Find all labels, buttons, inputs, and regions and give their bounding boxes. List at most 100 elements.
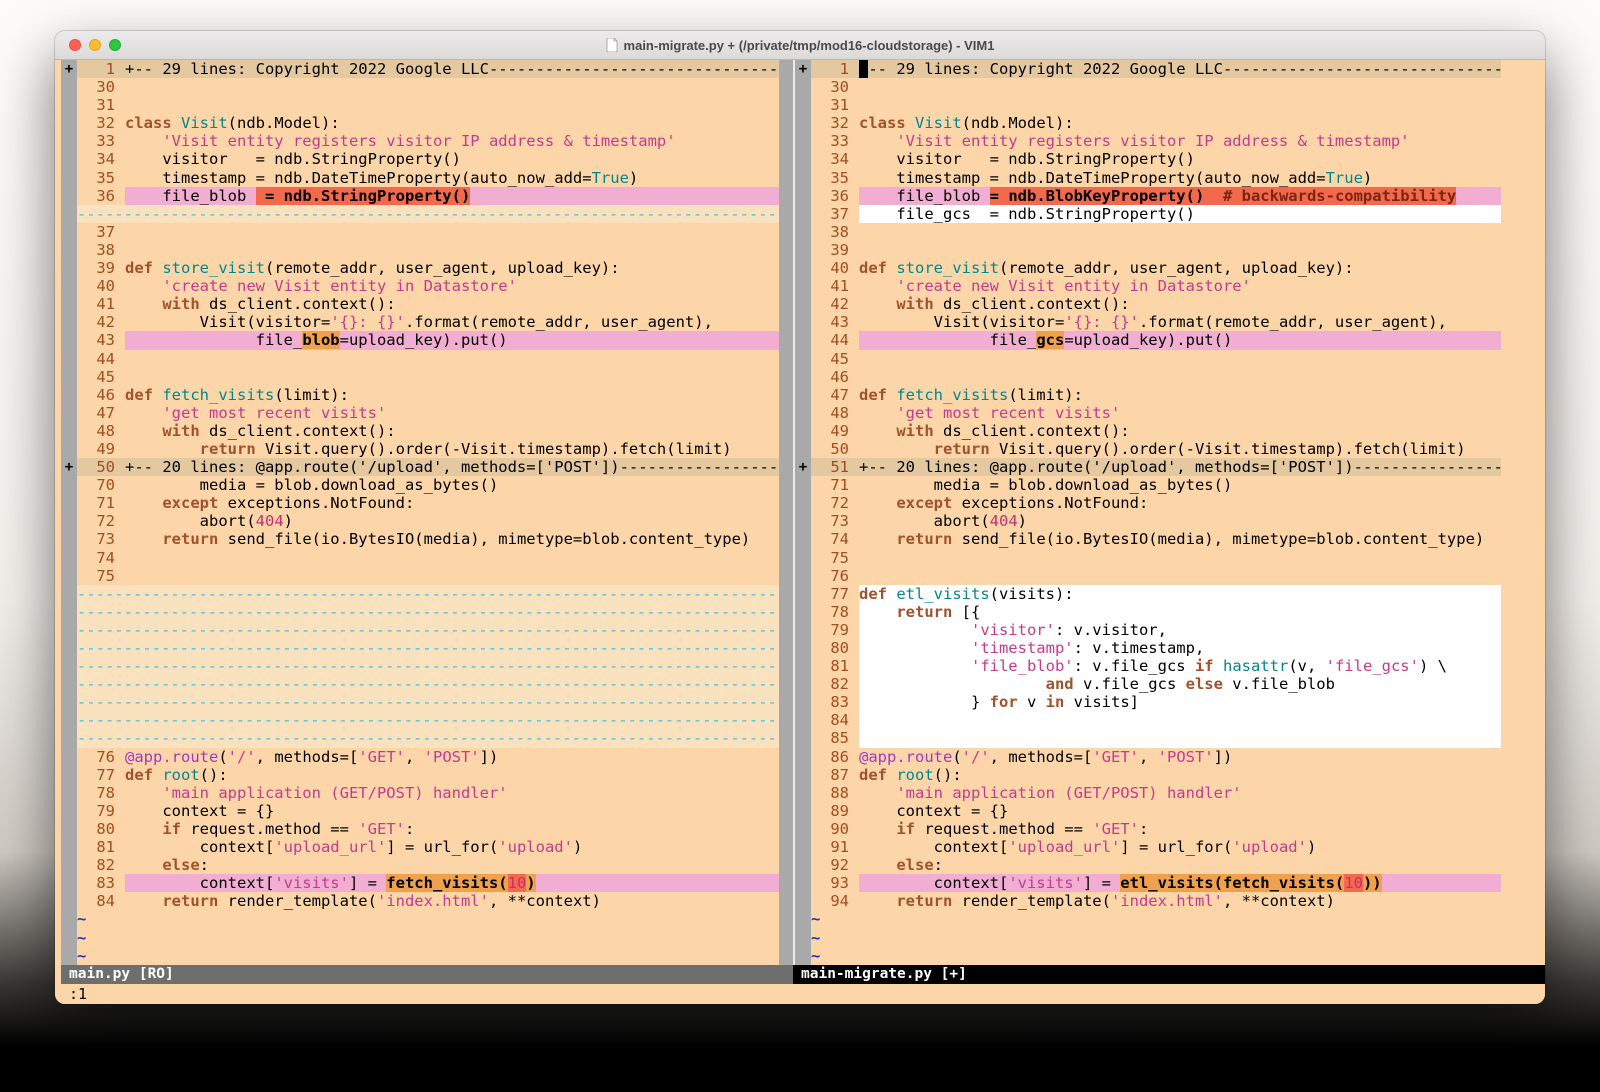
code-line[interactable]: 90 if request.method == 'GET':	[795, 820, 1501, 838]
code-line[interactable]: 84	[795, 711, 1501, 729]
left-pane-main-py[interactable]: +1+-- 29 lines: Copyright 2022 Google LL…	[61, 60, 779, 965]
right-pane-main-migrate-py[interactable]: +1+-- 29 lines: Copyright 2022 Google LL…	[795, 60, 1545, 965]
code-line[interactable]: 72 abort(404)	[61, 512, 779, 530]
code-line[interactable]: 34 visitor = ndb.StringProperty()	[795, 150, 1501, 168]
code-line[interactable]: 30	[795, 78, 1501, 96]
code-line[interactable]: 78 return [{	[795, 603, 1501, 621]
deleted-filler-line[interactable]: ----------------------------------------…	[61, 693, 779, 711]
code-line[interactable]: 36 file_blob = ndb.BlobKeyProperty() # b…	[795, 187, 1501, 205]
code-line[interactable]: 31	[61, 96, 779, 114]
code-line[interactable]: 79 context = {}	[61, 802, 779, 820]
code-line[interactable]: 88 'main application (GET/POST) handler'	[795, 784, 1501, 802]
code-line[interactable]: 49 return Visit.query().order(-Visit.tim…	[61, 440, 779, 458]
code-line[interactable]: 31	[795, 96, 1501, 114]
code-line[interactable]: 33 'Visit entity registers visitor IP ad…	[795, 132, 1501, 150]
tilde-line[interactable]: ~	[795, 910, 1501, 928]
code-line[interactable]: 79 'visitor': v.visitor,	[795, 621, 1501, 639]
titlebar[interactable]: main-migrate.py + (/private/tmp/mod16-cl…	[55, 31, 1545, 60]
code-line[interactable]: 89 context = {}	[795, 802, 1501, 820]
code-line[interactable]: 74 return send_file(io.BytesIO(media), m…	[795, 530, 1501, 548]
code-line[interactable]: 38	[61, 241, 779, 259]
code-line[interactable]: 86@app.route('/', methods=['GET', 'POST'…	[795, 748, 1501, 766]
code-line[interactable]: 82 and v.file_gcs else v.file_blob	[795, 675, 1501, 693]
vertical-window-separator[interactable]	[779, 60, 795, 965]
code-line[interactable]: 85	[795, 729, 1501, 747]
deleted-filler-line[interactable]: ----------------------------------------…	[61, 657, 779, 675]
deleted-filler-line[interactable]: ----------------------------------------…	[61, 711, 779, 729]
code-line[interactable]: 32class Visit(ndb.Model):	[61, 114, 779, 132]
code-line[interactable]: 38	[795, 223, 1501, 241]
code-line[interactable]: 72 except exceptions.NotFound:	[795, 494, 1501, 512]
tilde-line[interactable]: ~	[61, 910, 779, 928]
tilde-line[interactable]: ~	[61, 947, 779, 965]
code-line[interactable]: 43 Visit(visitor='{}: {}'.format(remote_…	[795, 313, 1501, 331]
code-line[interactable]: 43 file_blob=upload_key).put()	[61, 331, 779, 349]
code-line[interactable]: 47def fetch_visits(limit):	[795, 386, 1501, 404]
code-line[interactable]: 50 return Visit.query().order(-Visit.tim…	[795, 440, 1501, 458]
code-line[interactable]: 81 'file_blob': v.file_gcs if hasattr(v,…	[795, 657, 1501, 675]
fold-toggle-icon[interactable]: +	[795, 458, 811, 476]
code-line[interactable]: 76@app.route('/', methods=['GET', 'POST'…	[61, 748, 779, 766]
deleted-filler-line[interactable]: ----------------------------------------…	[61, 675, 779, 693]
code-line[interactable]: 40 'create new Visit entity in Datastore…	[61, 277, 779, 295]
code-line[interactable]: 74	[61, 549, 779, 567]
code-line[interactable]: 78 'main application (GET/POST) handler'	[61, 784, 779, 802]
code-line[interactable]: 35 timestamp = ndb.DateTimeProperty(auto…	[61, 169, 779, 187]
code-line[interactable]: 91 context['upload_url'] = url_for('uplo…	[795, 838, 1501, 856]
code-line[interactable]: 33 'Visit entity registers visitor IP ad…	[61, 132, 779, 150]
code-line[interactable]: 75	[795, 549, 1501, 567]
code-line[interactable]: 70 media = blob.download_as_bytes()	[61, 476, 779, 494]
code-line[interactable]: 80 'timestamp': v.timestamp,	[795, 639, 1501, 657]
code-line[interactable]: 41 with ds_client.context():	[61, 295, 779, 313]
deleted-filler-line[interactable]: ----------------------------------------…	[61, 729, 779, 747]
code-line[interactable]: 30	[61, 78, 779, 96]
code-line[interactable]: 37 file_gcs = ndb.StringProperty()	[795, 205, 1501, 223]
tilde-line[interactable]: ~	[795, 929, 1501, 947]
deleted-filler-line[interactable]: ----------------------------------------…	[61, 621, 779, 639]
code-line[interactable]: 42 Visit(visitor='{}: {}'.format(remote_…	[61, 313, 779, 331]
code-line[interactable]: 48 with ds_client.context():	[61, 422, 779, 440]
code-line[interactable]: 40def store_visit(remote_addr, user_agen…	[795, 259, 1501, 277]
code-line[interactable]: 39	[795, 241, 1501, 259]
code-line[interactable]: 45	[795, 350, 1501, 368]
tilde-line[interactable]: ~	[61, 929, 779, 947]
folded-line[interactable]: +51+-- 20 lines: @app.route('/upload', m…	[795, 458, 1501, 476]
code-line[interactable]: 77def root():	[61, 766, 779, 784]
deleted-filler-line[interactable]: ----------------------------------------…	[61, 205, 779, 223]
code-line[interactable]: 76	[795, 567, 1501, 585]
fold-toggle-icon[interactable]: +	[61, 60, 77, 78]
code-line[interactable]: 41 'create new Visit entity in Datastore…	[795, 277, 1501, 295]
command-line[interactable]: :1	[61, 984, 1545, 1004]
code-line[interactable]: 44 file_gcs=upload_key).put()	[795, 331, 1501, 349]
code-line[interactable]: 46def fetch_visits(limit):	[61, 386, 779, 404]
tilde-line[interactable]: ~	[795, 947, 1501, 965]
code-line[interactable]: 94 return render_template('index.html', …	[795, 892, 1501, 910]
code-line[interactable]: 83 } for v in visits]	[795, 693, 1501, 711]
folded-line[interactable]: +1+-- 29 lines: Copyright 2022 Google LL…	[61, 60, 779, 78]
code-line[interactable]: 32class Visit(ndb.Model):	[795, 114, 1501, 132]
code-line[interactable]: 87def root():	[795, 766, 1501, 784]
code-line[interactable]: 75	[61, 567, 779, 585]
code-line[interactable]: 44	[61, 350, 779, 368]
code-line[interactable]: 36 file_blob = ndb.StringProperty()	[61, 187, 779, 205]
close-button[interactable]	[69, 39, 81, 51]
code-line[interactable]: 81 context['upload_url'] = url_for('uplo…	[61, 838, 779, 856]
folded-line[interactable]: +1+-- 29 lines: Copyright 2022 Google LL…	[795, 60, 1501, 78]
code-line[interactable]: 92 else:	[795, 856, 1501, 874]
code-line[interactable]: 37	[61, 223, 779, 241]
code-line[interactable]: 45	[61, 368, 779, 386]
zoom-button[interactable]	[109, 39, 121, 51]
fold-toggle-icon[interactable]: +	[61, 458, 77, 476]
code-line[interactable]: 35 timestamp = ndb.DateTimeProperty(auto…	[795, 169, 1501, 187]
code-line[interactable]: 71 media = blob.download_as_bytes()	[795, 476, 1501, 494]
code-line[interactable]: 80 if request.method == 'GET':	[61, 820, 779, 838]
code-line[interactable]: 47 'get most recent visits'	[61, 404, 779, 422]
code-line[interactable]: 83 context['visits'] = fetch_visits(10)	[61, 874, 779, 892]
code-line[interactable]: 82 else:	[61, 856, 779, 874]
deleted-filler-line[interactable]: ----------------------------------------…	[61, 639, 779, 657]
deleted-filler-line[interactable]: ----------------------------------------…	[61, 585, 779, 603]
folded-line[interactable]: +50+-- 20 lines: @app.route('/upload', m…	[61, 458, 779, 476]
code-line[interactable]: 48 'get most recent visits'	[795, 404, 1501, 422]
code-line[interactable]: 46	[795, 368, 1501, 386]
code-line[interactable]: 93 context['visits'] = etl_visits(fetch_…	[795, 874, 1501, 892]
